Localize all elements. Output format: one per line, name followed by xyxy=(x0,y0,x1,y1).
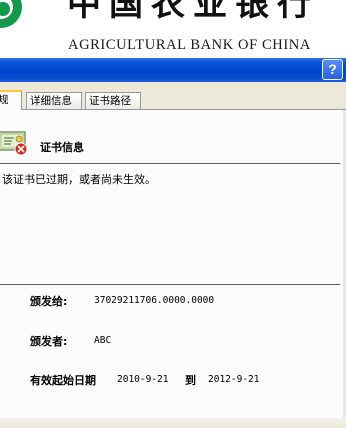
tab-general[interactable]: 规 xyxy=(0,90,22,110)
panel-bottom-edge xyxy=(0,418,346,428)
bank-name-chinese: 中国农业银行 xyxy=(67,0,319,24)
issued-by-label: 颁发者: xyxy=(30,335,68,348)
help-button[interactable]: ? xyxy=(322,59,343,80)
certificate-status-message: 该证书已过期，或者尚未生效。 xyxy=(2,173,156,186)
bank-name-english: AGRICULTURAL BANK OF CHINA xyxy=(68,37,311,53)
issued-to-value: 37029211706.0000.0000 xyxy=(94,295,215,306)
tab-details[interactable]: 详细信息 xyxy=(26,92,82,109)
valid-to-label: 到 xyxy=(185,374,196,387)
valid-from-value: 2010-9-21 xyxy=(117,374,169,385)
tab-certification-path[interactable]: 证书路径 xyxy=(85,92,141,109)
issued-to-label: 颁发给: xyxy=(30,295,68,308)
top-divider-highlight xyxy=(0,164,340,165)
window-title-bar[interactable] xyxy=(0,58,346,82)
certificate-invalid-icon xyxy=(0,131,28,156)
valid-to-value: 2012-9-21 xyxy=(208,374,260,385)
issued-by-value: ABC xyxy=(94,335,112,346)
certificate-info-title: 证书信息 xyxy=(40,141,84,154)
bank-banner: 中国农业银行 AGRICULTURAL BANK OF CHINA xyxy=(0,0,346,58)
valid-from-label: 有效起始日期 xyxy=(30,374,96,387)
certificate-dialog: 中国农业银行 AGRICULTURAL BANK OF CHINA ? 规 详细… xyxy=(0,0,346,428)
middle-divider xyxy=(0,284,340,285)
